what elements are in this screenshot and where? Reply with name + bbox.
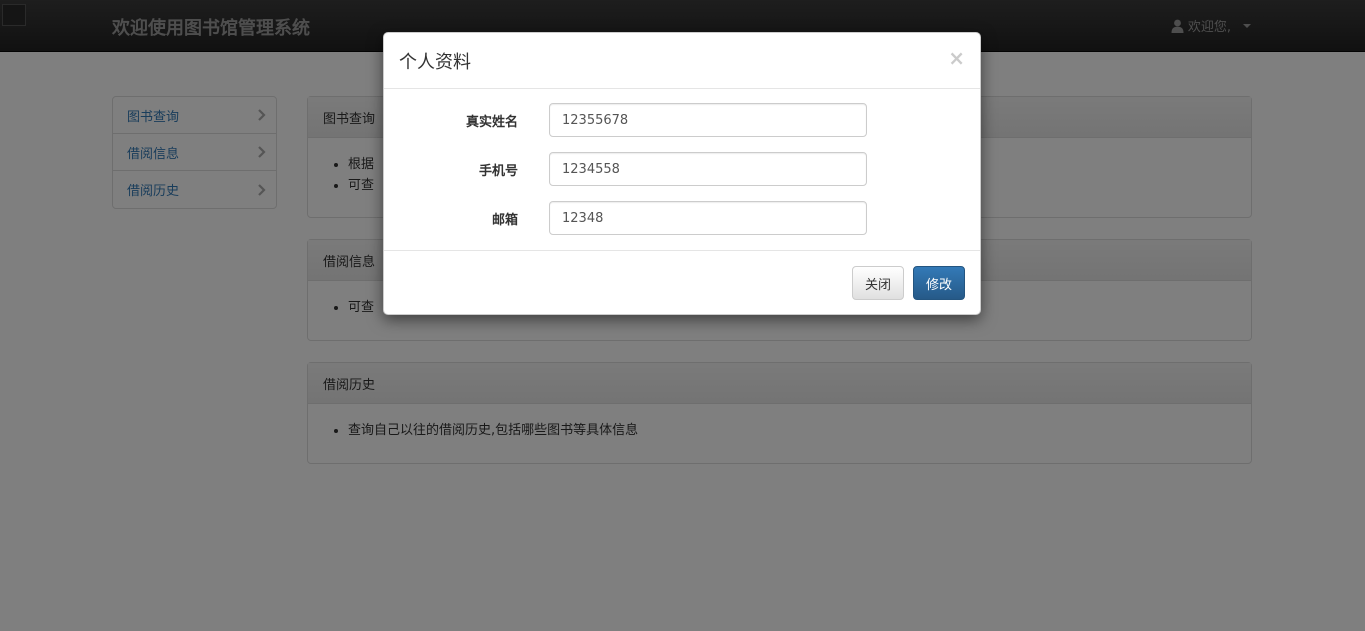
form-row-phone: 手机号 [399,152,965,186]
real-name-field[interactable] [549,103,867,137]
page: 欢迎使用图书馆管理系统 欢迎您, 图书查询 借阅信息 借阅历史 [0,0,1365,631]
profile-modal: 个人资料 × 真实姓名 手机号 邮箱 关闭 修改 [383,32,981,315]
email-field[interactable] [549,201,867,235]
modal-header: 个人资料 × [384,33,980,89]
modal-body: 真实姓名 手机号 邮箱 [384,89,980,251]
phone-label: 手机号 [478,163,518,179]
close-icon[interactable]: × [948,48,965,68]
close-button[interactable]: 关闭 [851,266,904,300]
real-name-label: 真实姓名 [465,114,518,130]
submit-button[interactable]: 修改 [912,266,965,300]
form-row-email: 邮箱 [399,201,965,235]
form-row-real-name: 真实姓名 [399,103,965,137]
phone-field[interactable] [549,152,867,186]
modal-footer: 关闭 修改 [384,251,980,315]
modal-title: 个人资料 [399,51,471,73]
email-label: 邮箱 [491,212,518,228]
